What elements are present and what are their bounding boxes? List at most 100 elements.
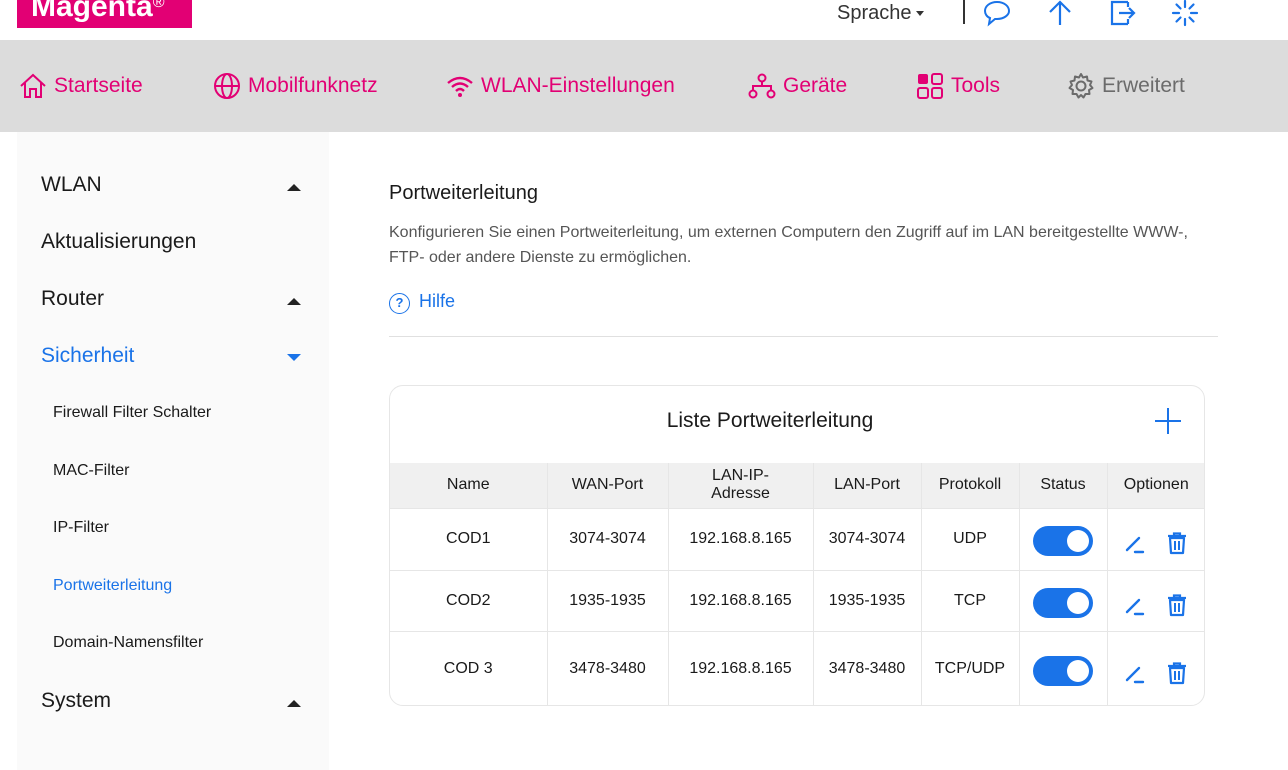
status-toggle[interactable]	[1033, 526, 1093, 556]
column-header-lan-port: LAN-Port	[812, 463, 921, 508]
cell-wan-port: 3074-3074	[546, 507, 668, 570]
help-label: Hilfe	[419, 291, 456, 311]
edit-pencil-icon[interactable]	[1123, 661, 1147, 685]
logo-text: Magenta	[31, 0, 153, 23]
cell-wan-port: 1935-1935	[546, 569, 668, 631]
add-rule-plus-icon[interactable]	[1155, 408, 1181, 434]
cell-lan-ip: 192.168.8.165	[667, 507, 813, 570]
edit-pencil-icon[interactable]	[1123, 593, 1147, 617]
loading-icon[interactable]	[1170, 0, 1200, 28]
delete-trash-icon[interactable]	[1165, 661, 1189, 685]
sidebar-group-system[interactable]: System	[41, 689, 111, 713]
chevron-down-icon[interactable]	[287, 354, 301, 361]
top-bar: Magenta® Sprache	[0, 0, 1288, 40]
cell-lan-port: 3478-3480	[812, 630, 921, 705]
toggle-knob	[1067, 591, 1089, 614]
wifi-icon	[447, 76, 473, 97]
nav-startseite[interactable]: Startseite	[18, 40, 143, 132]
nav-label: Tools	[951, 74, 1001, 97]
sidebar-item-ip-filter[interactable]: IP-Filter	[53, 519, 109, 537]
cell-name: COD2	[390, 569, 547, 631]
nav-label: Startseite	[54, 74, 143, 97]
delete-trash-icon[interactable]	[1165, 531, 1189, 555]
chevron-up-icon[interactable]	[287, 700, 301, 707]
logo-mark: ®	[152, 0, 165, 11]
sidebar-item-domain-namensfilter[interactable]: Domain-Namensfilter	[53, 634, 203, 652]
upload-arrow-icon[interactable]	[1045, 0, 1075, 28]
card-title: Liste Portweiterleitung	[666, 409, 874, 432]
column-header-lan-ip: LAN-IP-Adresse	[667, 463, 813, 508]
nav-mobilfunknetz[interactable]: Mobilfunknetz	[212, 40, 378, 132]
cell-lan-port: 1935-1935	[812, 569, 921, 631]
cell-name: COD1	[390, 507, 547, 570]
gear-icon	[1068, 73, 1094, 99]
nav-label: WLAN-Einstellungen	[481, 74, 675, 97]
column-header-protokoll: Protokoll	[920, 463, 1019, 508]
divider	[389, 336, 1218, 337]
page-title: Portweiterleitung	[389, 182, 538, 204]
logout-icon[interactable]	[1108, 0, 1138, 28]
cell-name: COD 3	[390, 630, 547, 705]
cell-lan-ip: 192.168.8.165	[667, 569, 813, 631]
sidebar-group-router[interactable]: Router	[41, 287, 104, 311]
chevron-up-icon[interactable]	[287, 298, 301, 305]
column-header-name: Name	[390, 463, 547, 508]
sidebar-group-aktualisierungen[interactable]: Aktualisierungen	[41, 230, 196, 254]
language-label: Sprache	[837, 2, 912, 24]
table-row: COD2 1935-1935 192.168.8.165 1935-1935 T…	[390, 569, 1204, 631]
delete-trash-icon[interactable]	[1165, 593, 1189, 617]
cell-status	[1018, 507, 1107, 570]
cell-options	[1106, 569, 1204, 631]
cell-status	[1018, 569, 1107, 631]
column-header-wan-port: WAN-Port	[546, 463, 668, 508]
toggle-knob	[1067, 530, 1089, 552]
column-header-status: Status	[1018, 463, 1107, 508]
table-row: COD1 3074-3074 192.168.8.165 3074-3074 U…	[390, 507, 1204, 570]
globe-icon	[214, 73, 240, 99]
language-dropdown[interactable]: Sprache	[837, 2, 924, 25]
sidebar-group-wlan[interactable]: WLAN	[41, 173, 102, 197]
magenta-logo[interactable]: Magenta®	[17, 0, 192, 28]
sidebar-item-portweiterleitung[interactable]: Portweiterleitung	[53, 577, 172, 595]
home-icon	[20, 73, 46, 98]
cell-lan-port: 3074-3074	[812, 507, 921, 570]
cell-options	[1106, 630, 1204, 705]
column-header-optionen: Optionen	[1106, 463, 1204, 508]
help-link[interactable]: ? Hilfe	[389, 289, 455, 314]
chevron-up-icon[interactable]	[287, 184, 301, 191]
devices-icon	[748, 73, 776, 99]
nav-erweitert[interactable]: Erweitert	[1066, 40, 1185, 132]
table-header-row: Name WAN-Port LAN-IP-Adresse LAN-Port Pr…	[390, 463, 1204, 508]
sidebar-group-sicherheit[interactable]: Sicherheit	[41, 344, 134, 368]
cell-protocol: TCP/UDP	[920, 630, 1019, 705]
cell-lan-ip: 192.168.8.165	[667, 630, 813, 705]
nav-label: Geräte	[783, 74, 848, 97]
help-question-icon: ?	[389, 293, 410, 314]
nav-label: Mobilfunknetz	[248, 74, 378, 97]
table-row: COD 3 3478-3480 192.168.8.165 3478-3480 …	[390, 630, 1204, 705]
port-forwarding-table: Name WAN-Port LAN-IP-Adresse LAN-Port Pr…	[390, 463, 1204, 705]
status-toggle[interactable]	[1033, 655, 1093, 686]
toggle-knob	[1067, 659, 1089, 682]
edit-pencil-icon[interactable]	[1123, 531, 1147, 555]
page-description: Konfigurieren Sie einen Portweiterleitun…	[389, 224, 1188, 266]
caret-down-icon	[915, 11, 924, 17]
cell-options	[1106, 507, 1204, 570]
sidebar: WLAN Aktualisierungen Router Sicherheit …	[17, 132, 329, 770]
cell-protocol: UDP	[920, 507, 1019, 570]
main-navigation: Startseite Mobilfunknetz WLAN-Einstellun…	[0, 40, 1288, 132]
sidebar-item-firewall-filter-schalter[interactable]: Firewall Filter Schalter	[53, 404, 211, 422]
status-toggle[interactable]	[1033, 587, 1093, 618]
cell-status	[1018, 630, 1107, 705]
sidebar-item-mac-filter[interactable]: MAC-Filter	[53, 462, 129, 480]
nav-wlan-einstellungen[interactable]: WLAN-Einstellungen	[445, 40, 675, 132]
cell-protocol: TCP	[920, 569, 1019, 631]
nav-tools[interactable]: Tools	[915, 40, 1000, 132]
header-divider	[963, 0, 965, 24]
nav-geraete[interactable]: Geräte	[747, 40, 847, 132]
tools-grid-icon	[917, 73, 943, 99]
nav-label: Erweitert	[1102, 74, 1185, 97]
chat-icon[interactable]	[982, 0, 1012, 28]
cell-wan-port: 3478-3480	[546, 630, 668, 705]
port-forwarding-card: Liste Portweiterleitung Name WAN-Port LA…	[389, 385, 1205, 706]
